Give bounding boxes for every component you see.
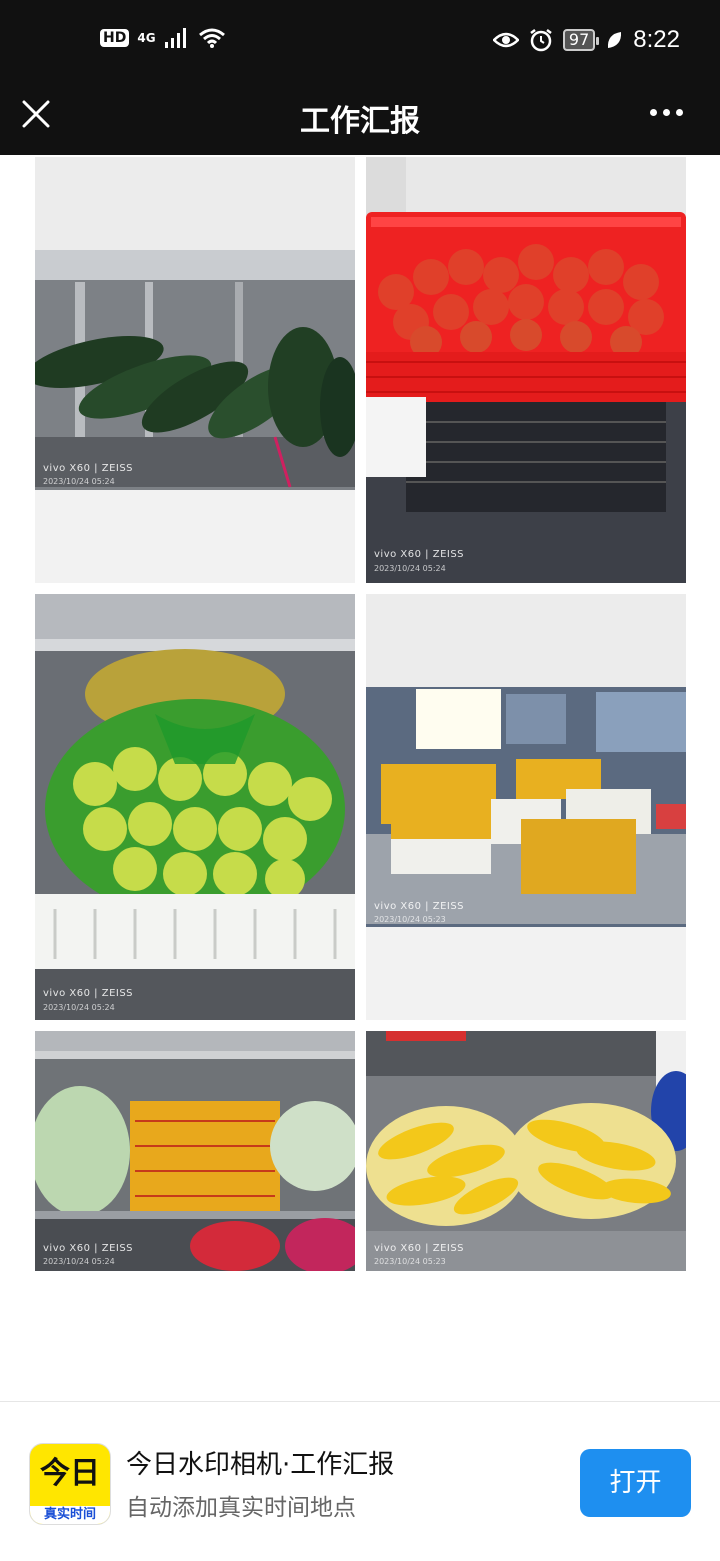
alarm-icon: [530, 29, 552, 52]
battery-icon: 97: [562, 29, 600, 51]
status-right: 97 8:22: [492, 26, 680, 54]
more-icon[interactable]: [650, 102, 690, 122]
photo-item[interactable]: vivo X60 | ZEISS 2023/10/24 05:24: [366, 157, 686, 583]
photo-date: 2023/10/24 05:24: [43, 1003, 115, 1012]
photo-watermark: vivo X60 | ZEISS: [374, 1243, 465, 1254]
photo-date: 2023/10/24 05:23: [374, 1257, 446, 1266]
photo-date: 2023/10/24 05:24: [43, 477, 115, 486]
app-icon[interactable]: 今日 真实时间: [29, 1443, 111, 1525]
app-icon-text: 今日: [40, 1456, 100, 1491]
signal-icon: [164, 28, 186, 48]
status-left: HD 4G: [100, 27, 226, 49]
photo-date: 2023/10/24 05:24: [43, 1257, 115, 1266]
status-bar: HD 4G 97 8:22: [0, 0, 720, 82]
photo-watermark: vivo X60 | ZEISS: [374, 901, 465, 912]
nav-bar: 工作汇报: [0, 82, 720, 155]
leaf-icon: [608, 32, 622, 48]
photo-item[interactable]: vivo X60 | ZEISS 2023/10/24 05:24: [35, 1031, 355, 1271]
photo-watermark: vivo X60 | ZEISS: [43, 988, 134, 999]
eye-icon: [492, 32, 519, 48]
app-description: 自动添加真实时间地点: [126, 1495, 356, 1521]
photo-item[interactable]: vivo X60 | ZEISS 2023/10/24 05:24: [35, 594, 355, 1020]
photo-watermark: vivo X60 | ZEISS: [43, 1243, 134, 1254]
page-title: 工作汇报: [300, 104, 420, 139]
photo-watermark: vivo X60 | ZEISS: [374, 549, 465, 560]
photo-date: 2023/10/24 05:24: [374, 564, 446, 573]
photo-watermark: vivo X60 | ZEISS: [43, 463, 134, 474]
app-banner: 今日 真实时间 今日水印相机·工作汇报 自动添加真实时间地点 打开: [0, 1401, 720, 1561]
hd-icon: HD: [100, 29, 130, 47]
clock: 8:22: [633, 26, 680, 53]
photo-date: 2023/10/24 05:23: [374, 915, 446, 924]
network-type: 4G: [137, 31, 156, 45]
photo-item[interactable]: vivo X60 | ZEISS 2023/10/24 05:23: [366, 594, 686, 1020]
photo-item[interactable]: vivo X60 | ZEISS 2023/10/24 05:24: [35, 157, 355, 583]
open-button[interactable]: 打开: [580, 1449, 691, 1517]
app-icon-subtext: 真实时间: [30, 1506, 110, 1524]
photo-item[interactable]: vivo X60 | ZEISS 2023/10/24 05:23: [366, 1031, 686, 1271]
app-name: 今日水印相机·工作汇报: [126, 1450, 395, 1480]
wifi-icon: [198, 28, 225, 48]
